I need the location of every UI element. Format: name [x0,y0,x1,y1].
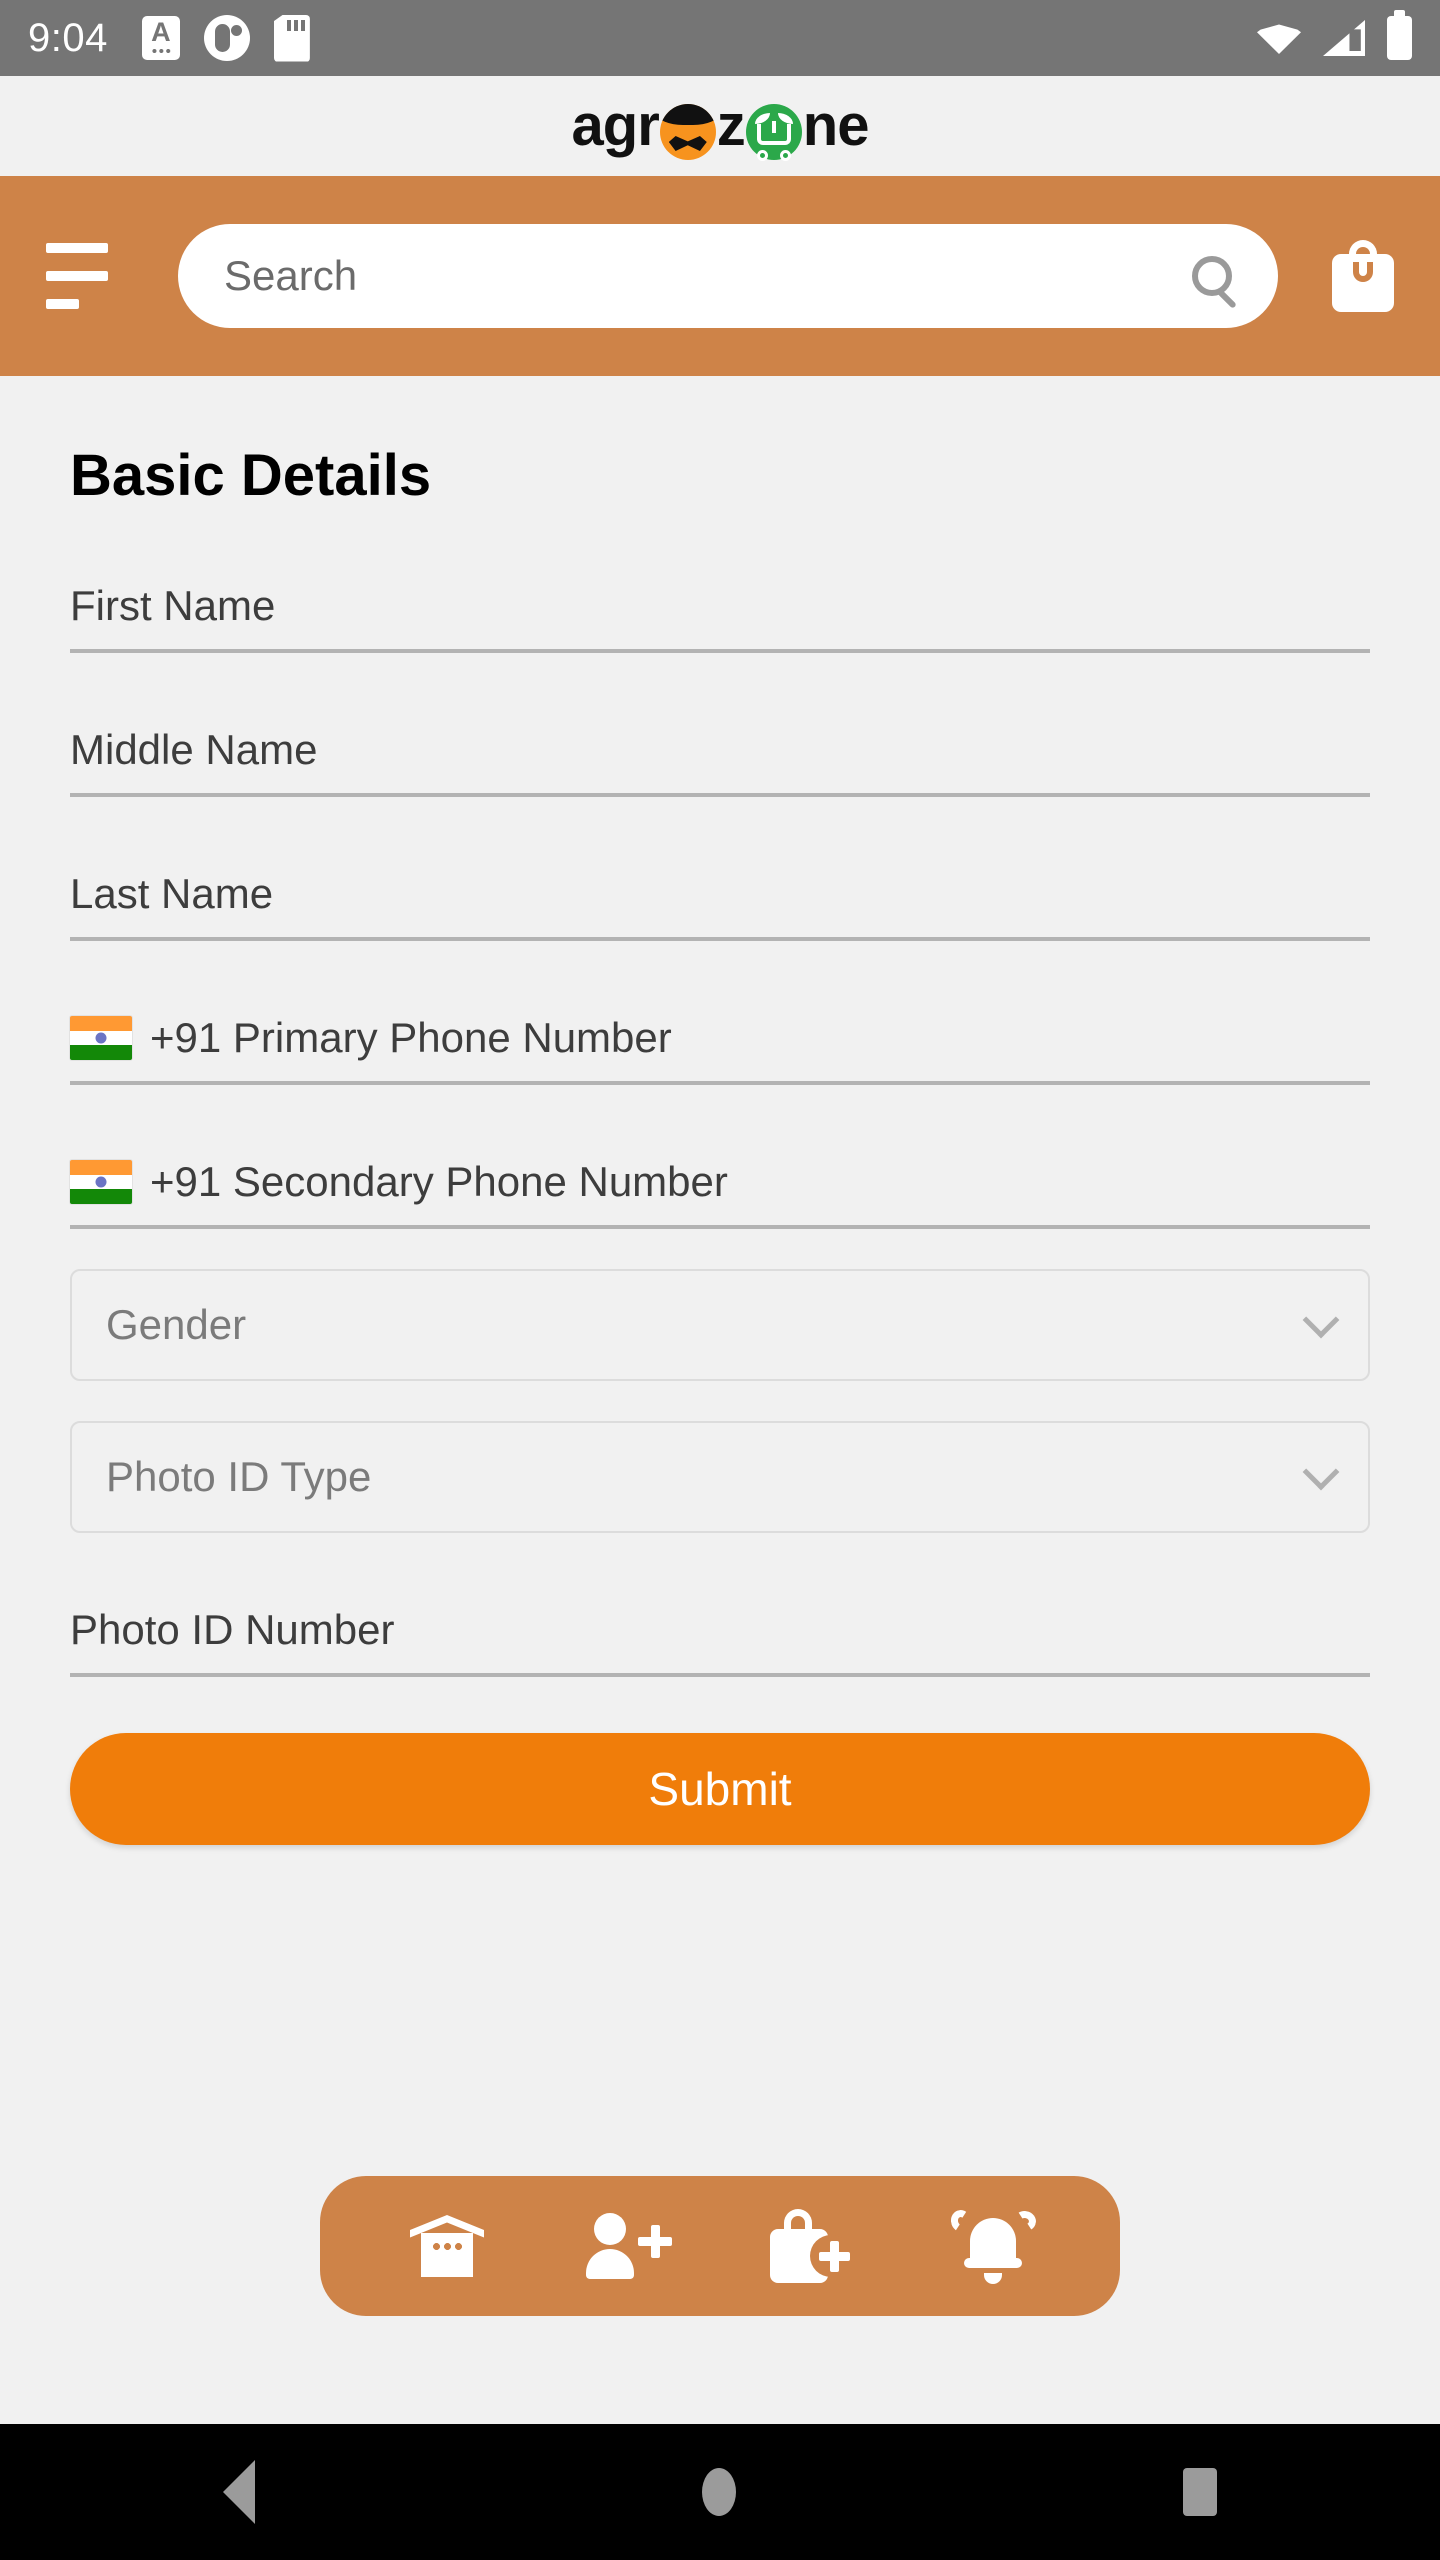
photo-id-type-select-label: Photo ID Type [106,1453,372,1500]
person-add-icon [586,2213,672,2279]
secondary-phone-placeholder: +91 Secondary Phone Number [150,1158,728,1205]
brand-logo-part3: ne [802,93,870,158]
wifi-icon [1257,24,1301,54]
field-last-name[interactable]: Last Name [70,851,1370,941]
status-bar: 9:04 [0,0,1440,76]
search-input[interactable] [224,252,1192,300]
field-first-name[interactable]: First Name [70,563,1370,653]
status-bar-right-icons [1257,10,1412,60]
status-bar-clock: 9:04 [28,16,108,60]
secondary-phone-underline [70,1225,1370,1229]
search-bar[interactable] [178,224,1278,328]
bell-icon [948,2208,1038,2284]
first-name-underline [70,649,1370,653]
home-circle-icon[interactable] [701,2468,736,2516]
back-triangle-icon[interactable] [223,2460,256,2524]
last-name-underline [70,937,1370,941]
keyboard-icon [141,16,180,60]
brand-logo-bar: agr z ne [0,76,1440,176]
field-secondary-phone[interactable]: +91 Secondary Phone Number [70,1139,1370,1229]
battery-icon [1387,10,1412,60]
india-flag-icon [70,1160,132,1204]
primary-phone-placeholder: +91 Primary Phone Number [150,1014,672,1061]
nav-item-home[interactable] [399,2198,495,2294]
shopping-bag-icon[interactable] [1332,240,1394,312]
chevron-down-icon[interactable] [1302,1301,1340,1339]
chevron-down-icon[interactable] [1302,1453,1340,1491]
hamburger-menu-icon[interactable] [46,243,108,309]
gender-select-label: Gender [106,1301,247,1348]
middle-name-underline [70,793,1370,797]
submit-button[interactable]: Submit [70,1733,1370,1845]
photo-id-number-placeholder: Photo ID Number [70,1606,395,1653]
android-system-nav [0,2424,1440,2560]
status-bar-left-icons [141,14,310,62]
plant-cart-icon [745,104,802,161]
brand-logo: agr z ne [571,93,870,161]
cellular-signal-icon [1323,20,1365,56]
recents-square-icon[interactable] [1182,2468,1217,2516]
search-icon[interactable] [1192,256,1232,296]
brand-logo-part1: agr [571,93,660,158]
last-name-placeholder: Last Name [70,870,274,917]
page-title: Basic Details [70,443,432,508]
nav-item-add-order[interactable] [763,2198,859,2294]
sd-card-icon [273,14,310,62]
bottom-navigation-bar [320,2176,1120,2316]
bag-add-icon [770,2209,852,2283]
field-primary-phone[interactable]: +91 Primary Phone Number [70,995,1370,1085]
photo-id-number-underline [70,1673,1370,1677]
brand-logo-part2: z [716,93,746,158]
circle-app-icon [203,15,250,61]
nav-item-add-user[interactable] [581,2198,677,2294]
middle-name-placeholder: Middle Name [70,726,318,773]
app-screen: 9:04 agr z ne [0,0,1440,2560]
field-photo-id-number[interactable]: Photo ID Number [70,1587,1370,1677]
photo-id-type-select[interactable]: Photo ID Type [70,1421,1370,1533]
field-middle-name[interactable]: Middle Name [70,707,1370,797]
primary-phone-underline [70,1081,1370,1085]
nav-item-notifications[interactable] [945,2198,1041,2294]
gender-select[interactable]: Gender [70,1269,1370,1381]
first-name-placeholder: First Name [70,582,276,629]
india-flag-icon [70,1016,132,1060]
home-icon [410,2215,484,2277]
main-content: Basic Details First Name Middle Name Las… [0,376,1440,2424]
app-bar [0,176,1440,376]
farmer-face-icon [659,104,716,160]
